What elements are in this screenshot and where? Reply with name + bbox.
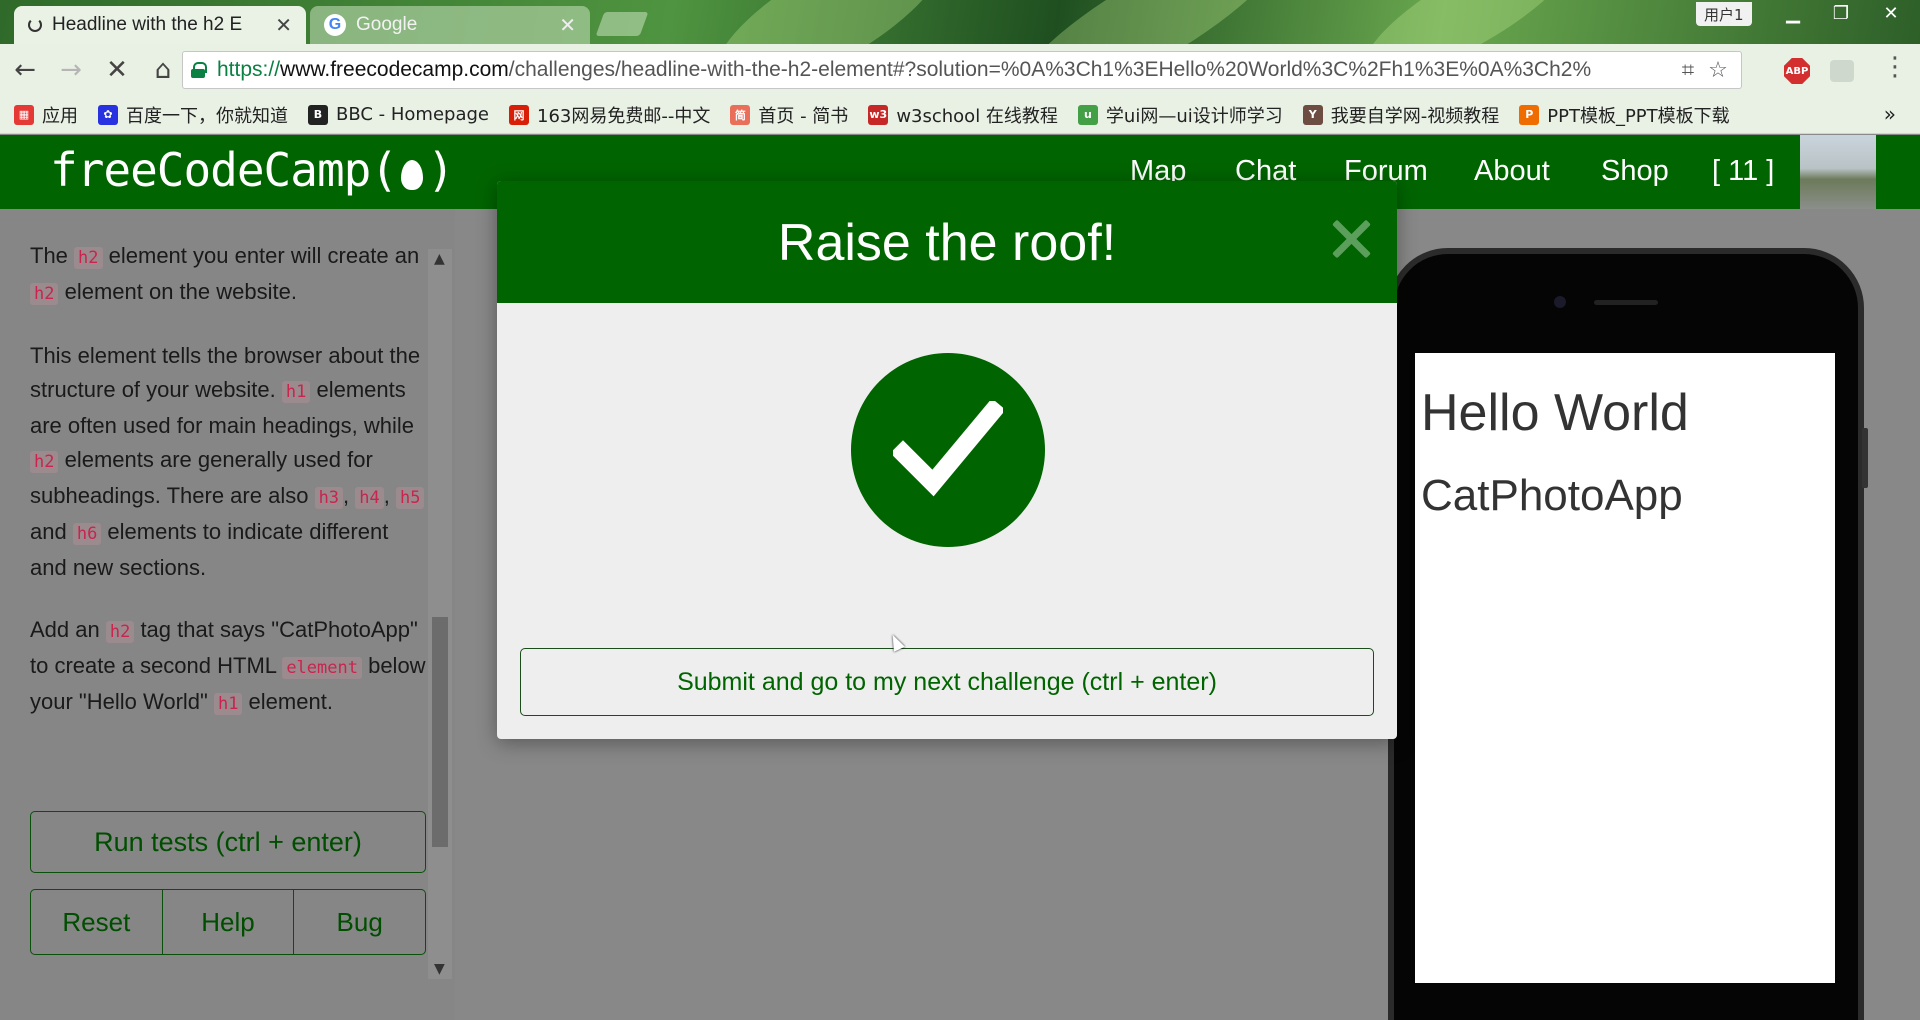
bookmark-apps[interactable]: ▦ 应用 [14,102,78,128]
baidu-paw-icon: ✿ [98,104,118,125]
run-tests-button[interactable]: Run tests (ctrl + enter) [30,811,426,873]
bookmark-baidu[interactable]: ✿ 百度一下，你就知道 [98,102,288,128]
modal-header: Raise the roof! [497,181,1397,303]
preview-h1: Hello World [1421,384,1689,442]
window-close-icon[interactable]: ✕ [1868,0,1914,26]
instruction-paragraph: The h2 element you enter will create an … [30,243,420,305]
reset-button[interactable]: Reset [31,890,163,954]
browser-tab-strip: Headline with the h2 E ✕ G Google ✕ 用户1 … [0,0,1920,44]
tab-title: Google [356,14,418,35]
nav-points[interactable]: [ 11 ] [1712,155,1774,188]
phone-speaker [1594,300,1658,305]
flame-icon [401,160,424,190]
ppt-icon: P [1519,104,1540,125]
51zxw-icon: Y [1302,104,1323,125]
background-leaf [694,0,966,44]
forward-arrow-icon[interactable]: → [50,49,92,91]
bookmark-w3school[interactable]: w3 w3school 在线教程 [868,102,1058,128]
address-bar[interactable]: https://www.freecodecamp.com/challenges/… [182,51,1742,89]
star-icon[interactable]: ☆ [1703,58,1733,83]
scroll-down-arrow-icon[interactable]: ▼ [434,961,445,977]
browser-toolbar: ← → ✕ ⌂ https://www.freecodecamp.com/cha… [0,44,1920,96]
tab-title: Headline with the h2 E [52,14,243,35]
fcc-logo[interactable]: freeCodeCamp() [50,143,455,197]
instructions-scrollbar[interactable] [428,249,452,979]
modal-title: Raise the roof! [777,214,1117,272]
tab-close-icon[interactable]: ✕ [559,13,576,38]
adblock-icon[interactable]: ABP [1784,58,1810,84]
instruction-paragraph: This element tells the browser about the… [30,339,430,585]
kebab-menu-icon[interactable]: ⋮ [1880,52,1910,88]
bbc-icon: B [308,104,328,125]
xueui-icon: u [1077,104,1098,125]
stop-icon[interactable]: ✕ [96,49,138,91]
instructions-pane: The h2 element you enter will create an … [0,209,455,1020]
action-button-group: Reset Help Bug [30,889,426,955]
w3school-icon: w3 [868,104,889,125]
user-profile-badge[interactable]: 用户1 [1696,2,1752,26]
instruction-paragraph: Add an h2 tag that says "CatPhotoApp" to… [30,617,426,715]
new-tab-button[interactable] [595,12,649,36]
submit-next-challenge-button[interactable]: Submit and go to my next challenge (ctrl… [520,648,1374,716]
help-button[interactable]: Help [163,890,295,954]
extension-icon[interactable] [1830,60,1854,82]
bookmark-ppt[interactable]: P PPT模板_PPT模板下载 [1519,102,1730,128]
bookmark-bbc[interactable]: B BBC - Homepage [308,104,489,125]
scroll-up-arrow-icon[interactable]: ▲ [434,251,445,267]
restore-icon[interactable]: ❐ [1818,0,1864,26]
tab-active[interactable]: Headline with the h2 E ✕ [14,6,306,44]
checkmark-circle-icon [851,353,1045,547]
nav-shop[interactable]: Shop [1601,155,1669,188]
bookmark-51zxw[interactable]: Y 我要自学网-视频教程 [1302,102,1499,128]
bookmarks-bar: ▦ 应用 ✿ 百度一下，你就知道 B BBC - Homepage 网 163网易免费邮… [0,96,1920,134]
background-leaf [1000,0,1300,44]
translate-icon[interactable]: ⌗ [1673,58,1703,83]
instructions-text: The h2 element you enter will create an … [30,239,430,749]
preview-h2: CatPhotoApp [1421,471,1683,520]
nav-about[interactable]: About [1474,155,1550,188]
bookmarks-more-chevron-icon[interactable]: » [1884,102,1896,126]
lock-icon [191,62,207,78]
home-icon[interactable]: ⌂ [142,49,184,91]
background-leaf [1348,0,1592,44]
tab-google[interactable]: G Google ✕ [310,6,590,44]
phone-camera [1554,296,1566,308]
bug-button[interactable]: Bug [294,890,425,954]
checkmark-icon [893,401,1003,497]
google-icon: G [324,14,346,36]
netease-icon: 网 [509,104,529,125]
close-icon[interactable] [1329,217,1373,261]
preview-screen: Hello World CatPhotoApp [1415,353,1835,983]
avatar[interactable] [1800,135,1876,209]
scrollbar-thumb[interactable] [432,617,448,847]
bookmark-xueui[interactable]: u 学ui网—ui设计师学习 [1077,102,1283,128]
bookmark-jianshu[interactable]: 简首页 - 简书 [730,102,848,128]
phone-side-button [1862,428,1868,488]
tab-close-icon[interactable]: ✕ [275,13,292,38]
minimize-icon[interactable]: ▁ [1770,0,1816,26]
url-text[interactable]: https://www.freecodecamp.com/challenges/… [217,58,1673,82]
back-arrow-icon[interactable]: ← [4,49,46,91]
jianshu-icon: 简 [730,104,751,125]
bookmark-163[interactable]: 网 163网易免费邮--中文 [509,102,710,128]
apps-grid-icon: ▦ [14,104,34,125]
loading-icon [28,18,42,32]
success-modal: Raise the roof! Submit and go to my next… [497,181,1397,739]
